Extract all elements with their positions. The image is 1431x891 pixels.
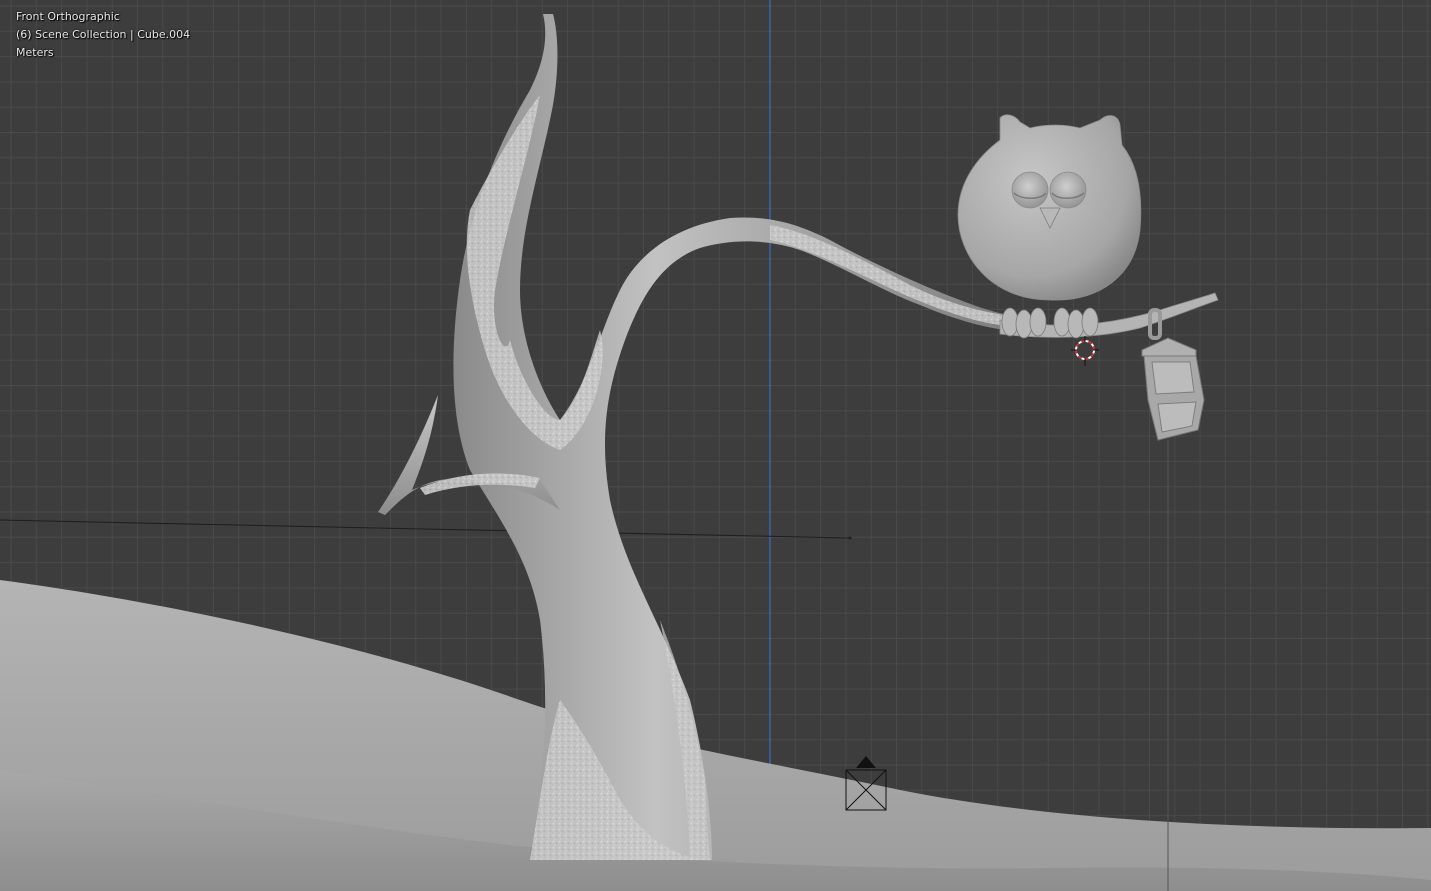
collection-info-label: (6) Scene Collection | Cube.004 (16, 28, 191, 41)
light-direction-line (0, 519, 851, 539)
viewport-info-overlay: Front Orthographic (6) Scene Collection … (16, 8, 190, 62)
units-label: Meters (16, 46, 54, 59)
3d-cursor[interactable] (1071, 336, 1099, 366)
3d-viewport[interactable]: Front Orthographic (6) Scene Collection … (0, 0, 1431, 891)
scene-objects (0, 0, 1431, 891)
lantern-mesh (1141, 308, 1205, 441)
view-name-label: Front Orthographic (16, 10, 120, 23)
owl-mesh (957, 114, 1142, 339)
